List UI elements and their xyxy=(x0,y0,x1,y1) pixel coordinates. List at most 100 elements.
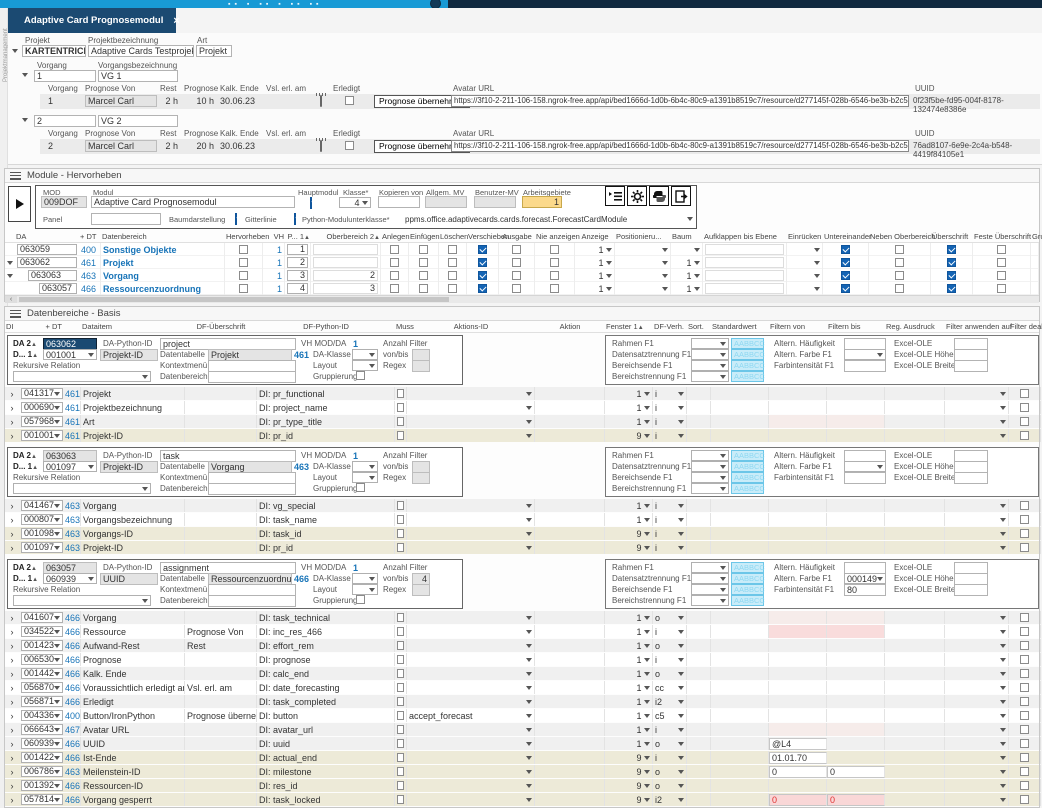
layout-dropdown[interactable] xyxy=(352,360,378,371)
datenbereich-field[interactable] xyxy=(208,595,296,607)
relation-dropdown[interactable] xyxy=(13,483,151,494)
standardwert-cell[interactable] xyxy=(711,681,769,694)
filter-anwenden-dropdown[interactable] xyxy=(947,616,1006,620)
einfuegen-checkbox[interactable] xyxy=(419,258,428,267)
kopieren-von-field[interactable] xyxy=(378,196,420,208)
project-expand-icon[interactable] xyxy=(12,49,18,53)
df-ueberschrift[interactable] xyxy=(185,513,257,526)
erledigt-checkbox[interactable] xyxy=(345,96,354,105)
df-verh-dropdown[interactable]: i xyxy=(655,542,684,554)
filter-anwenden-dropdown[interactable] xyxy=(947,728,1006,732)
aktions-id-dropdown[interactable] xyxy=(409,756,532,760)
df-ueberschrift[interactable] xyxy=(185,611,257,624)
df-verh-dropdown[interactable]: c5 xyxy=(655,710,684,722)
positionierung-dropdown[interactable] xyxy=(617,287,668,291)
filter-deak-checkbox[interactable] xyxy=(1020,613,1029,622)
muss-checkbox[interactable] xyxy=(397,767,404,776)
anlegen-checkbox[interactable] xyxy=(390,258,399,267)
anzeige-dropdown[interactable]: 1 xyxy=(577,244,612,256)
muss-checkbox[interactable] xyxy=(397,753,404,762)
df-ueberschrift[interactable] xyxy=(185,737,257,750)
row-expander[interactable]: › xyxy=(5,387,19,400)
reg-ausdruck-cell[interactable] xyxy=(885,639,945,652)
df-ueberschrift[interactable] xyxy=(185,541,257,554)
aktions-id-dropdown[interactable] xyxy=(409,728,532,732)
di-id-input[interactable]: 056871 xyxy=(21,696,63,707)
df-verh-dropdown[interactable]: i2 xyxy=(655,794,684,806)
rahmen-dropdown[interactable] xyxy=(691,562,729,573)
hdr-dataitem[interactable]: Dataitem xyxy=(81,322,185,331)
filtern-bis-cell[interactable]: 0 xyxy=(827,766,885,778)
filtern-bis-cell[interactable] xyxy=(827,625,885,638)
panel-menu-icon[interactable] xyxy=(10,172,21,180)
da-klasse-dropdown[interactable] xyxy=(352,349,378,360)
df-ueberschrift[interactable]: Prognose Von xyxy=(185,625,257,638)
aktions-id-dropdown[interactable] xyxy=(409,420,532,424)
positionierung-dropdown[interactable] xyxy=(617,274,668,278)
scrollbar-thumb[interactable] xyxy=(19,297,449,302)
datenbereich-link[interactable]: Projekt xyxy=(101,256,225,269)
fenster-dropdown[interactable]: 9 xyxy=(607,528,650,540)
muss-checkbox[interactable] xyxy=(397,403,404,412)
standardwert-cell[interactable] xyxy=(711,709,769,722)
sort-cell[interactable] xyxy=(687,779,711,792)
row-expander[interactable]: › xyxy=(5,653,19,666)
filtern-von-cell[interactable]: 0 xyxy=(769,794,827,806)
hdr-baum[interactable]: Baum xyxy=(671,232,703,241)
hdr-einfuegen[interactable]: Einfügen xyxy=(409,232,439,241)
sort-cell[interactable] xyxy=(687,765,711,778)
di-id-input[interactable]: 001001 xyxy=(21,430,63,441)
filter-deak-checkbox[interactable] xyxy=(1020,417,1029,426)
hdr-aktion[interactable]: Aktion xyxy=(535,322,605,331)
datenbereich-link[interactable]: Vorgang xyxy=(101,269,225,282)
filtern-bis-cell[interactable] xyxy=(827,429,885,442)
hdr-reg-ausdruck[interactable]: Reg. Ausdruck xyxy=(885,322,945,331)
filter-deak-checkbox[interactable] xyxy=(1020,781,1029,790)
fenster-dropdown[interactable]: 1 xyxy=(607,388,650,400)
row-expand-icon[interactable] xyxy=(7,274,13,278)
di-id-input[interactable]: 006530 xyxy=(21,654,63,665)
filtern-von-cell[interactable] xyxy=(769,611,827,624)
gruppierung-checkbox[interactable] xyxy=(356,595,365,604)
filtern-von-cell[interactable] xyxy=(769,625,827,638)
filter-anwenden-dropdown[interactable] xyxy=(947,546,1006,550)
di-id-input[interactable]: 041607 xyxy=(21,612,63,623)
df-verh-dropdown[interactable]: i xyxy=(655,752,684,764)
aktions-id-dropdown[interactable] xyxy=(409,392,532,396)
ueberschrift-checkbox[interactable] xyxy=(947,284,956,293)
filtern-bis-cell[interactable] xyxy=(827,541,885,554)
datenbereich-link[interactable]: Sonstige Objekte xyxy=(101,243,225,256)
di-id-input[interactable]: 066643 xyxy=(21,724,63,735)
aktions-id-dropdown[interactable] xyxy=(409,798,532,802)
di-id-input[interactable]: 001097 xyxy=(21,542,63,553)
reg-ausdruck-cell[interactable] xyxy=(885,723,945,736)
row-expander[interactable]: › xyxy=(5,513,19,526)
untereinander-checkbox[interactable] xyxy=(841,271,850,280)
aktions-id-dropdown[interactable] xyxy=(409,742,532,746)
datensatztrennung-color-field[interactable]: AABBCC xyxy=(731,461,764,472)
row-expander[interactable]: › xyxy=(5,737,19,750)
hdr-df-ueberschrift[interactable]: DF-Überschrift xyxy=(185,322,257,331)
di-id-input[interactable]: 001422 xyxy=(21,752,63,763)
di-id-input[interactable]: 001423 xyxy=(21,640,63,651)
da-id-input[interactable]: 063059 xyxy=(17,244,77,255)
aufklappen-input[interactable] xyxy=(705,283,784,294)
reg-ausdruck-cell[interactable] xyxy=(885,695,945,708)
fenster-dropdown[interactable]: 9 xyxy=(607,766,650,778)
row-expander[interactable]: › xyxy=(5,541,19,554)
filtern-bis-cell[interactable] xyxy=(827,653,885,666)
hdr-hervorheben[interactable]: Hervorheben xyxy=(225,232,263,241)
layout-dropdown[interactable] xyxy=(352,472,378,483)
df-ueberschrift[interactable] xyxy=(185,751,257,764)
filter-anwenden-dropdown[interactable] xyxy=(947,798,1006,802)
filter-anwenden-dropdown[interactable] xyxy=(947,630,1006,634)
anlegen-checkbox[interactable] xyxy=(390,271,399,280)
layout-dropdown[interactable] xyxy=(352,584,378,595)
gruppierung-checkbox[interactable] xyxy=(356,371,365,380)
hdr-neben-oberbereich[interactable]: Neben Oberbereich xyxy=(869,232,931,241)
filtern-von-cell[interactable]: 0 xyxy=(769,766,827,778)
sort-cell[interactable] xyxy=(687,737,711,750)
loeschen-checkbox[interactable] xyxy=(448,245,457,254)
avatar-url-field[interactable]: https://3f10-2-211-106-158.ngrok-free.ap… xyxy=(451,95,909,107)
row-expander[interactable]: › xyxy=(5,681,19,694)
